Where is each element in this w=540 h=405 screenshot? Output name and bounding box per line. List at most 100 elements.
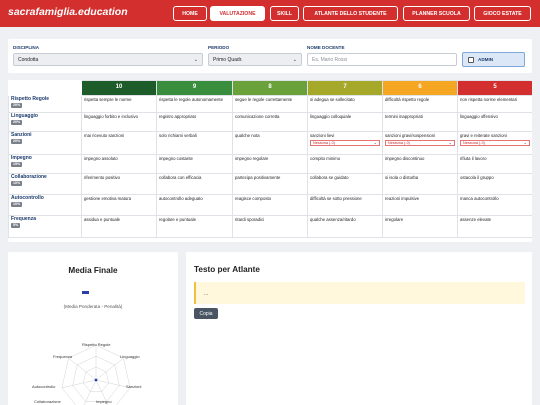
descriptor-cell[interactable]: gestione emotiva matura <box>81 194 157 216</box>
top-navbar: sacrafamiglia.education HOME VALUTAZIONE… <box>0 0 540 27</box>
radar-label-collaborazione: Collaborazione <box>34 399 61 404</box>
descriptor-cell[interactable]: riferimento positivo <box>81 173 157 195</box>
criterion-cell: Linguaggio 20% <box>8 112 82 132</box>
descriptor-cell[interactable]: assidua e puntuale <box>81 215 157 238</box>
descriptor-cell[interactable]: rispetta le regole autonomamente <box>156 95 233 113</box>
disciplina-label: DISCIPLINA <box>13 45 40 50</box>
descriptor-cell[interactable]: manca autocontrollo <box>457 194 532 216</box>
criterion-cell: Collaborazione 10% <box>8 173 82 195</box>
descriptor-cell[interactable]: difficoltà se sotto pressione <box>307 194 383 216</box>
atlante-title: Testo per Atlante <box>194 265 260 274</box>
copy-button[interactable]: Copia <box>194 308 218 319</box>
descriptor-cell[interactable]: regolare e puntuale <box>156 215 233 238</box>
radar-label-linguaggio: Linguaggio <box>120 354 140 359</box>
criterion-cell: Frequenza 5% <box>8 215 82 238</box>
table-row: Collaborazione 10% riferimento positivo c… <box>8 173 532 195</box>
radar-label-frequenza: Frequenza <box>53 354 73 359</box>
nav-skill-button[interactable]: SKILL <box>270 6 299 21</box>
atlante-text-box[interactable]: ... <box>194 282 525 304</box>
radar-label-rispetto: Rispetto Regole <box>82 342 111 347</box>
descriptor-cell[interactable]: collabora se guidato <box>307 173 383 195</box>
weight-badge: 5% <box>11 223 21 229</box>
filter-panel: DISCIPLINA Condotta ⌄ PERIODO Primo Quad… <box>8 39 532 73</box>
descriptor-cell[interactable]: ritardi sporadici <box>232 215 308 238</box>
descriptor-cell[interactable]: linguaggio colloquiale <box>307 112 383 132</box>
descriptor-cell[interactable]: qualche assenza/ritardo <box>307 215 383 238</box>
table-row: Autocontrollo 10% gestione emotiva matura… <box>8 194 532 216</box>
nav-home-button[interactable]: HOME <box>173 6 207 21</box>
descriptor-cell[interactable]: compito minimo <box>307 154 383 174</box>
disciplina-select[interactable]: Condotta ⌄ <box>13 53 203 66</box>
chevron-down-icon: ⌄ <box>193 57 198 63</box>
weight-badge: 15% <box>11 162 23 168</box>
chevron-down-icon: ⌄ <box>373 140 377 146</box>
criterion-name: Frequenza <box>11 216 37 222</box>
descriptor-cell[interactable]: difficoltà rispetto regole <box>382 95 458 113</box>
descriptor-cell[interactable]: irregolare <box>382 215 458 238</box>
descriptor-cell[interactable]: registro appropriato <box>156 112 233 132</box>
descriptor-cell[interactable]: assenze elevate <box>457 215 532 238</box>
criterion-name: Collaborazione <box>11 174 47 180</box>
descriptor-text: gravi e reiterate sanzioni <box>460 133 507 138</box>
descriptor-cell[interactable]: segue le regole correttamente <box>232 95 308 113</box>
descriptor-cell[interactable]: si adegua se sollecitato <box>307 95 383 113</box>
radar-label-sanzioni: Sanzioni <box>126 384 142 389</box>
descriptor-text: sanzioni gravi/sospensioni <box>385 133 436 138</box>
corner-header <box>8 80 82 96</box>
radar-label-impegno: Impegno <box>96 399 112 404</box>
descriptor-text: sanzioni lievi <box>310 133 335 138</box>
descriptor-cell[interactable]: impegno regolare <box>232 154 308 174</box>
docente-input[interactable]: Es. Mario Rossi <box>307 53 457 66</box>
admin-toggle[interactable]: ADMIN <box>462 52 525 67</box>
descriptor-cell[interactable]: qualche nota <box>232 131 308 155</box>
descriptor-cell[interactable]: collabora con efficacia <box>156 173 233 195</box>
descriptor-cell[interactable]: sanzioni gravi/sospensioni Nessuna (-0) ⌄ <box>382 131 458 155</box>
admin-checkbox[interactable] <box>468 56 474 63</box>
penalty-select[interactable]: Nessuna (-0) ⌄ <box>460 140 530 147</box>
brand-logo[interactable]: sacrafamiglia.education <box>8 6 128 18</box>
nav-gioco-button[interactable]: GIOCO ESTATE <box>474 6 531 21</box>
nav-atlante-button[interactable]: ATLANTE DELLO STUDENTE <box>303 6 398 21</box>
docente-label: NOME DOCENTE <box>307 45 345 50</box>
table-row: Linguaggio 20% linguaggio forbito e inclu… <box>8 112 532 132</box>
penalty-value: Nessuna (-0) <box>313 141 335 146</box>
descriptor-cell[interactable]: solo richiami verbali <box>156 131 233 155</box>
periodo-select[interactable]: Primo Quadr. ⌄ <box>208 53 302 66</box>
descriptor-cell[interactable]: impegno costante <box>156 154 233 174</box>
descriptor-cell[interactable]: si isola o disturba <box>382 173 458 195</box>
criterion-name: Impegno <box>11 155 32 161</box>
descriptor-cell[interactable]: ostacola il gruppo <box>457 173 532 195</box>
weight-badge: 20% <box>11 103 23 109</box>
descriptor-cell[interactable]: autocontrollo adeguato <box>156 194 233 216</box>
radar-center-point <box>94 378 98 382</box>
descriptor-cell[interactable]: comunicazione corretta <box>232 112 308 132</box>
grade-header-5: 5 <box>457 80 532 96</box>
criterion-name: Rispetto Regole <box>11 96 50 102</box>
table-row: Frequenza 5% assidua e puntuale regolare … <box>8 215 532 238</box>
descriptor-cell[interactable]: impegno assoluto <box>81 154 157 174</box>
descriptor-cell[interactable]: mai ricevuto sanzioni <box>81 131 157 155</box>
descriptor-cell[interactable]: impegno discontinuo <box>382 154 458 174</box>
descriptor-cell[interactable]: gravi e reiterate sanzioni Nessuna (-0) ⌄ <box>457 131 532 155</box>
disciplina-value: Condotta <box>18 56 39 63</box>
penalty-select[interactable]: Nessuna (-0) ⌄ <box>385 140 455 147</box>
descriptor-cell[interactable]: rifiuta il lavoro <box>457 154 532 174</box>
descriptor-cell[interactable]: reazioni impulsive <box>382 194 458 216</box>
nav-valutazione-button[interactable]: VALUTAZIONE <box>210 6 265 21</box>
descriptor-cell[interactable]: linguaggio forbito e inclusivo <box>81 112 157 132</box>
penalty-select[interactable]: Nessuna (-0) ⌄ <box>310 140 380 147</box>
periodo-label: PERIODO <box>208 45 230 50</box>
descriptor-cell[interactable]: non rispetta norme elementari <box>457 95 532 113</box>
descriptor-cell[interactable]: termini inappropriati <box>382 112 458 132</box>
nav-planner-button[interactable]: PLANNER SCUOLA <box>403 6 470 21</box>
chevron-down-icon: ⌄ <box>523 140 527 146</box>
descriptor-cell[interactable]: partecipa positivamente <box>232 173 308 195</box>
descriptor-cell[interactable]: linguaggio offensivo <box>457 112 532 132</box>
admin-label: ADMIN <box>478 57 494 62</box>
descriptor-cell[interactable]: rispetta sempre le norme <box>81 95 157 113</box>
descriptor-cell[interactable]: sanzioni lievi Nessuna (-0) ⌄ <box>307 131 383 155</box>
media-subtitle: (Media Ponderata - Penalità) <box>63 304 123 309</box>
weight-badge: 10% <box>11 202 23 208</box>
descriptor-cell[interactable]: reagisce composto <box>232 194 308 216</box>
chevron-down-icon: ⌄ <box>448 140 452 146</box>
